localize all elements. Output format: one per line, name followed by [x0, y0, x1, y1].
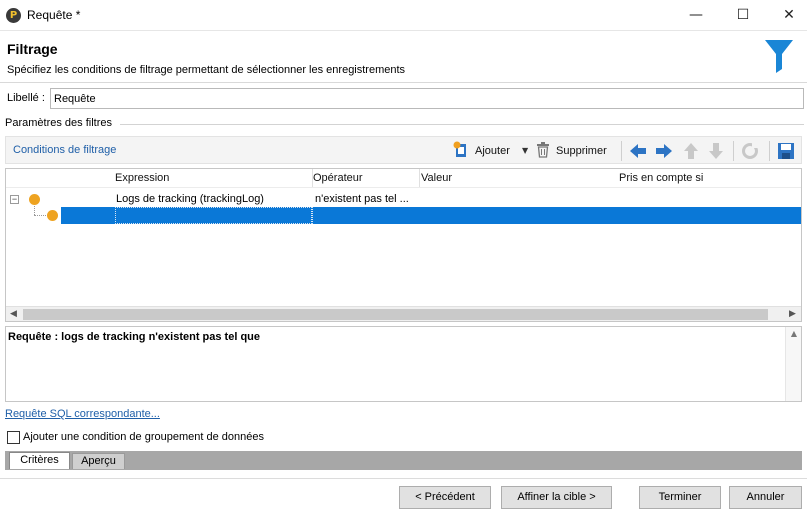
- tree-connector: [34, 215, 46, 216]
- conditions-toolbar: Conditions de filtrage Ajouter ▼ Supprim…: [5, 136, 802, 164]
- scroll-right-icon[interactable]: ▶: [785, 307, 800, 322]
- arrow-left-icon[interactable]: [628, 141, 648, 161]
- delete-icon[interactable]: [536, 142, 550, 158]
- save-icon[interactable]: [776, 141, 796, 161]
- conditions-title: Conditions de filtrage: [13, 144, 117, 156]
- cancel-button[interactable]: Annuler: [729, 486, 802, 509]
- cell-divider: [312, 207, 313, 224]
- condition-node-icon: [29, 194, 40, 205]
- app-icon: P: [6, 8, 21, 23]
- scroll-left-icon[interactable]: ◀: [6, 307, 21, 322]
- tab-preview[interactable]: Aperçu: [72, 453, 125, 469]
- label-field-label: Libellé :: [7, 92, 45, 104]
- column-header-operator[interactable]: Opérateur: [313, 172, 363, 184]
- filter-params-group-label: Paramètres des filtres: [5, 117, 115, 129]
- toolbar-separator: [769, 141, 770, 161]
- minimize-button[interactable]: —: [673, 0, 719, 31]
- horizontal-scrollbar[interactable]: ◀ ▶: [6, 306, 801, 321]
- add-button[interactable]: Ajouter: [475, 142, 510, 160]
- group-condition-checkbox[interactable]: [7, 431, 20, 444]
- collapse-toggle-icon[interactable]: −: [10, 195, 19, 204]
- chevron-down-icon[interactable]: ▼: [522, 142, 528, 160]
- conditions-grid[interactable]: Expression Opérateur Valeur Pris en comp…: [5, 168, 802, 322]
- row-expression-cell-editor[interactable]: [115, 207, 312, 224]
- refine-target-button[interactable]: Affiner la cible >: [501, 486, 612, 509]
- column-header-expression[interactable]: Expression: [115, 172, 169, 184]
- footer-divider: [0, 478, 807, 479]
- maximize-button[interactable]: ☐: [720, 0, 766, 31]
- refresh-icon[interactable]: [740, 141, 760, 161]
- previous-button[interactable]: < Précédent: [399, 486, 491, 509]
- row-operator-cell[interactable]: n'existent pas tel ...: [315, 193, 409, 205]
- toolbar-separator: [733, 141, 734, 161]
- query-description-box[interactable]: Requête : logs de tracking n'existent pa…: [5, 326, 802, 402]
- delete-button[interactable]: Supprimer: [556, 142, 607, 160]
- row-expression-cell[interactable]: Logs de tracking (trackingLog): [116, 193, 264, 205]
- page-title: Filtrage: [7, 41, 58, 57]
- column-divider[interactable]: [419, 169, 420, 187]
- close-button[interactable]: ✕: [766, 0, 807, 31]
- query-description-text: Requête : logs de tracking n'existent pa…: [8, 331, 261, 343]
- label-input[interactable]: [50, 88, 804, 109]
- sql-query-link[interactable]: Requête SQL correspondante...: [5, 408, 160, 420]
- column-header-value[interactable]: Valeur: [421, 172, 452, 184]
- add-icon[interactable]: [453, 141, 469, 159]
- arrow-up-icon[interactable]: [681, 141, 701, 161]
- toolbar-separator: [621, 141, 622, 161]
- finish-button[interactable]: Terminer: [639, 486, 721, 509]
- group-condition-label[interactable]: Ajouter une condition de groupement de d…: [23, 431, 264, 443]
- scrollbar-thumb[interactable]: [23, 309, 768, 320]
- arrow-right-icon[interactable]: [654, 141, 674, 161]
- column-header-condition[interactable]: Pris en compte si: [619, 172, 703, 184]
- page-subtitle: Spécifiez les conditions de filtrage per…: [7, 64, 406, 76]
- tab-criteria[interactable]: Critères: [9, 452, 70, 469]
- window-title: Requête *: [27, 8, 81, 22]
- wizard-header: Filtrage Spécifiez les conditions de fil…: [0, 31, 807, 83]
- arrow-down-icon[interactable]: [706, 141, 726, 161]
- condition-node-icon: [47, 210, 58, 221]
- scroll-up-icon[interactable]: ▲: [786, 329, 802, 338]
- title-bar: P Requête * — ☐ ✕: [0, 0, 807, 31]
- vertical-scrollbar[interactable]: ▲: [785, 327, 801, 401]
- filter-icon: [765, 40, 793, 73]
- tree-connector: [34, 206, 35, 215]
- grid-header-divider: [6, 187, 801, 188]
- group-divider: [120, 124, 804, 125]
